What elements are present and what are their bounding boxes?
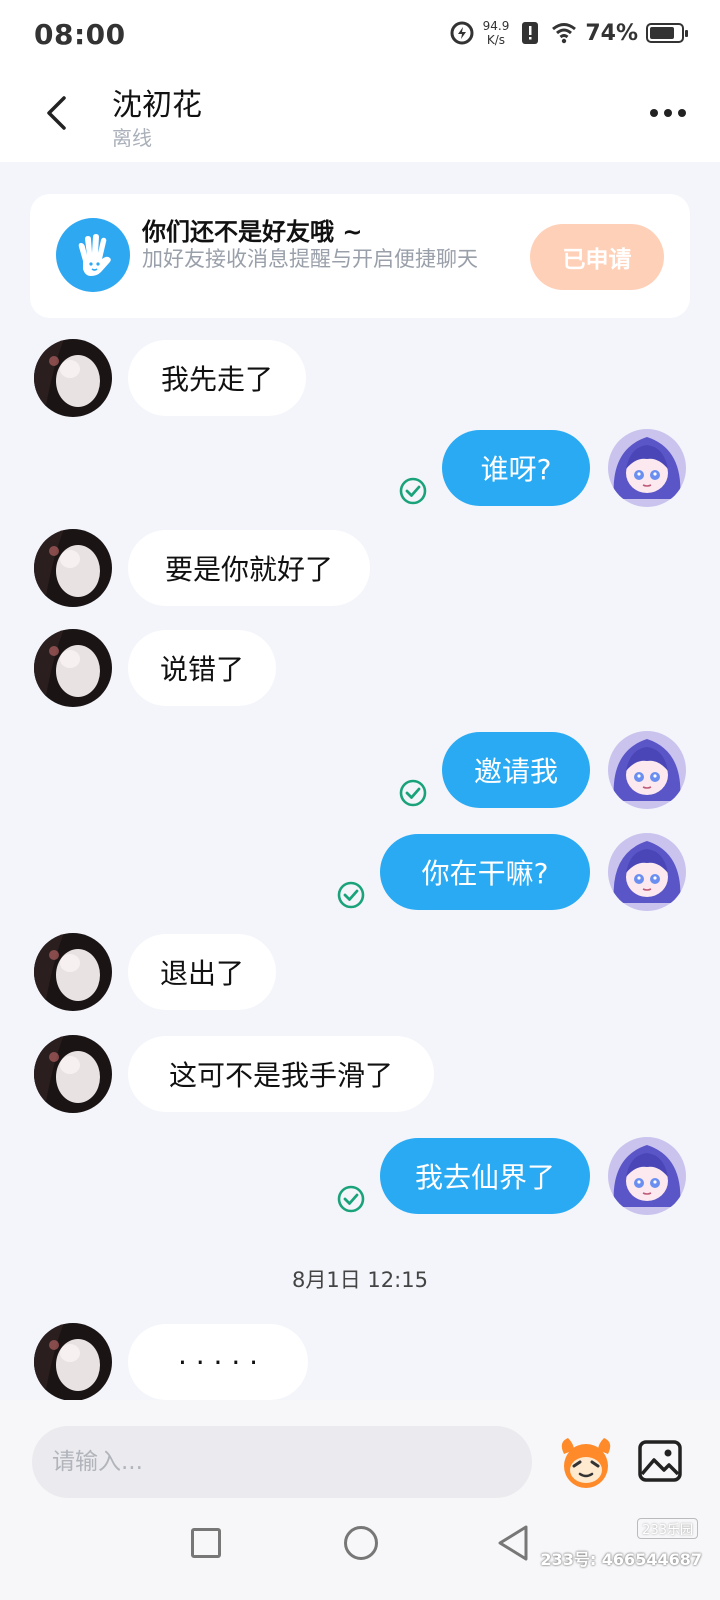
watermark-logo: 233乐园 — [637, 1518, 698, 1539]
read-check-icon — [336, 1184, 366, 1214]
read-check-icon — [398, 476, 428, 506]
outgoing-message[interactable]: 你在干嘛? — [380, 834, 590, 910]
my-avatar[interactable] — [608, 429, 686, 507]
read-check-icon — [336, 880, 366, 910]
contact-avatar[interactable] — [34, 529, 112, 607]
wifi-icon — [552, 23, 577, 44]
contact-avatar[interactable] — [34, 1035, 112, 1113]
message-list[interactable]: 我先走了谁呀? 要是你就好了 说错了邀请我你在干嘛? 退出了这可不是我手滑了我去仙界了… — [0, 330, 720, 1400]
data-saver-icon — [450, 21, 474, 45]
input-bar — [0, 1400, 720, 1500]
chevron-left-icon — [47, 96, 66, 130]
applied-button[interactable]: 已申请 — [530, 224, 664, 290]
system-nav-bar: 233乐园 233号: 466544687 — [0, 1500, 720, 1600]
recent-apps-button[interactable] — [191, 1528, 221, 1558]
chat-header: 沈初花 离线 — [0, 66, 720, 162]
outgoing-message[interactable]: 邀请我 — [442, 732, 590, 808]
incoming-message[interactable]: · · · · · — [128, 1324, 308, 1400]
nav-back-button[interactable] — [496, 1524, 530, 1562]
battery-percent: 74% — [585, 20, 638, 46]
clock: 08:00 — [34, 18, 126, 51]
my-avatar[interactable] — [608, 833, 686, 911]
contact-avatar[interactable] — [34, 339, 112, 417]
home-button[interactable] — [344, 1526, 378, 1560]
emoji-mascot-icon — [561, 1438, 611, 1488]
outgoing-message[interactable]: 谁呀? — [442, 430, 590, 506]
banner-title: 你们还不是好友哦 ~ — [142, 218, 363, 246]
image-button[interactable] — [636, 1438, 684, 1484]
back-button[interactable] — [36, 88, 76, 138]
my-avatar[interactable] — [608, 1137, 686, 1215]
emoji-button[interactable] — [554, 1430, 618, 1494]
message-timestamp: 8月1日 12:15 — [292, 1268, 428, 1292]
alert-icon — [522, 22, 539, 44]
net-speed: 94.9 K/s — [482, 19, 510, 47]
more-dot-icon — [650, 109, 658, 117]
image-icon — [638, 1440, 682, 1482]
contact-avatar[interactable] — [34, 933, 112, 1011]
incoming-message[interactable]: 我先走了 — [128, 340, 306, 416]
more-options-button[interactable] — [646, 96, 690, 130]
wave-hand-icon — [56, 218, 130, 292]
my-avatar[interactable] — [608, 731, 686, 809]
message-input[interactable] — [32, 1426, 532, 1498]
incoming-message[interactable]: 说错了 — [128, 630, 276, 706]
contact-avatar[interactable] — [34, 629, 112, 707]
read-check-icon — [398, 778, 428, 808]
contact-name: 沈初花 — [112, 88, 202, 123]
incoming-message[interactable]: 要是你就好了 — [128, 530, 370, 606]
contact-avatar[interactable] — [34, 1323, 112, 1400]
status-icons: 94.9 K/s 74% — [449, 16, 688, 50]
incoming-message[interactable]: 退出了 — [128, 934, 276, 1010]
watermark-text: 233号: 466544687 — [540, 1550, 702, 1569]
incoming-message[interactable]: 这可不是我手滑了 — [128, 1036, 434, 1112]
contact-status: 离线 — [112, 126, 152, 150]
battery-icon — [646, 23, 688, 43]
status-bar: 08:00 94.9 K/s 74% — [0, 0, 720, 66]
outgoing-message[interactable]: 我去仙界了 — [380, 1138, 590, 1214]
not-friends-banner: 你们还不是好友哦 ~ 加好友接收消息提醒与开启便捷聊天 已申请 — [30, 194, 690, 318]
banner-subtitle: 加好友接收消息提醒与开启便捷聊天 — [142, 247, 478, 271]
